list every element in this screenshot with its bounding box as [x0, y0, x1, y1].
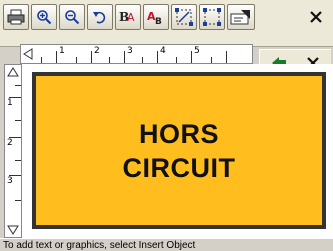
print-icon [7, 9, 25, 25]
document-canvas[interactable]: HORS CIRCUIT [22, 64, 333, 238]
properties-icon [230, 10, 250, 25]
properties-button[interactable] [227, 4, 255, 30]
ruler-tick [191, 51, 192, 63]
ruler-tick [176, 57, 177, 63]
ruler-tick [15, 120, 21, 121]
ruler-number: 4 [160, 46, 166, 56]
ruler-tick [109, 57, 110, 63]
ruler-number: 1 [7, 98, 13, 108]
toolbar: BA AB [0, 0, 333, 47]
zoom-out-icon [65, 10, 80, 25]
crop-object-button[interactable] [199, 4, 225, 30]
ruler-tick [157, 51, 158, 63]
horizontal-ruler: 1 2 3 4 5 [20, 44, 253, 64]
resize-object-icon [175, 8, 193, 26]
ruler-tick [56, 51, 57, 63]
zoom-out-button[interactable] [59, 4, 85, 30]
sign-text-line1: HORS [138, 118, 219, 149]
ruler-down-arrow-icon[interactable] [7, 225, 19, 235]
font-style-icon: BA [119, 10, 135, 24]
undo-button[interactable] [87, 4, 113, 30]
resize-object-button[interactable] [171, 4, 197, 30]
ruler-number: 3 [127, 46, 133, 56]
ruler-number: 2 [7, 138, 13, 148]
ruler-number: 3 [7, 176, 13, 186]
font-size-button[interactable]: AB [143, 4, 169, 30]
zoom-in-button[interactable] [31, 4, 57, 30]
ruler-left-arrow-icon[interactable] [23, 48, 33, 60]
ruler-tick [211, 57, 212, 63]
ruler-number: 1 [59, 46, 65, 56]
print-button[interactable] [3, 4, 29, 30]
sign-object[interactable]: HORS CIRCUIT [32, 72, 326, 229]
ruler-number: 5 [194, 46, 200, 56]
undo-icon [93, 11, 106, 24]
font-style-button[interactable]: BA [115, 4, 141, 30]
svg-text:A: A [127, 11, 135, 24]
ruler-tick [124, 51, 125, 63]
ruler-tick [91, 51, 92, 63]
zoom-in-icon [37, 10, 52, 25]
close-app-button[interactable] [257, 4, 329, 30]
ruler-tick [15, 200, 21, 201]
ruler-tick [226, 51, 227, 63]
ruler-tick [41, 57, 42, 63]
svg-text:B: B [155, 17, 162, 25]
ruler-tick [76, 57, 77, 63]
ruler-tick [142, 57, 143, 63]
ruler-up-arrow-icon[interactable] [7, 67, 19, 77]
sign-text-line2: CIRCUIT [122, 152, 236, 183]
ruler-tick [15, 160, 21, 161]
vertical-ruler: 1 2 3 [4, 64, 22, 238]
ruler-number: 2 [94, 46, 100, 56]
crop-object-icon [203, 8, 221, 26]
ruler-tick [15, 85, 21, 86]
close-icon [310, 11, 322, 23]
status-bar: To add text or graphics, select Insert O… [0, 238, 333, 251]
font-size-icon: AB [147, 10, 162, 25]
